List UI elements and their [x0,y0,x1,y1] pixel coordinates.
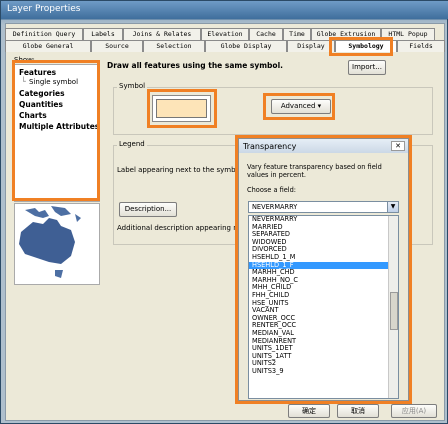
close-icon[interactable]: ✕ [391,141,405,151]
show-item-charts[interactable]: Charts [19,111,47,120]
cancel-button[interactable]: 取消 [337,404,379,418]
tab-row-2: Globe General Source Selection Globe Dis… [5,40,445,52]
tab-definition-query[interactable]: Definition Query [5,28,83,40]
symbology-heading: Draw all features using the same symbol. [107,61,283,70]
scrollbar-thumb[interactable] [390,292,398,330]
field-list-items: NEVERMARRY MARRIED SEPARATED WIDOWED DIVORCE… [249,216,398,375]
import-button[interactable]: Import... [348,60,386,75]
tab-cache[interactable]: Cache [249,28,283,40]
symbol-swatch-button[interactable] [152,95,211,122]
symbol-fill-swatch [156,99,207,118]
tab-labels[interactable]: Labels [83,28,123,40]
tab-symbology[interactable]: Symbology [335,40,397,52]
layer-properties-window: Layer Properties Definition Query Labels… [0,0,448,424]
field-list-item[interactable]: UNITS3_9 [249,367,398,376]
show-item-single-symbol[interactable]: Single symbol [29,78,78,86]
choose-field-label: Choose a field: [247,186,297,194]
ok-button[interactable]: 确定 [288,404,330,418]
advanced-button[interactable]: Advanced ▾ [271,99,331,114]
show-list: Features └ Single symbol Categories Quan… [14,64,100,202]
show-item-categories[interactable]: Categories [19,89,65,98]
transparency-title: Transparency [243,142,297,151]
show-item-features[interactable]: Features [19,68,56,77]
field-select[interactable]: NEVERMARRY ▼ [248,201,399,213]
field-select-value: NEVERMARRY [252,203,298,211]
additional-description-text: Additional description appearing nex [117,224,246,232]
tab-globe-extrusion[interactable]: Globe Extrusion [311,28,381,40]
show-item-multiple-attributes[interactable]: Multiple Attributes [19,122,99,131]
tab-display[interactable]: Display [287,40,335,52]
field-list-scrollbar[interactable] [388,216,398,398]
window-title: Layer Properties [7,4,81,14]
tab-time[interactable]: Time [283,28,311,40]
apply-button[interactable]: 应用(A) [391,404,437,418]
preview-map [14,203,100,285]
dropdown-arrow-icon[interactable]: ▼ [387,202,398,212]
advanced-label: Advanced [280,102,316,110]
title-bar[interactable]: Layer Properties [1,1,448,19]
tree-connector: └ [21,77,26,86]
show-label: Show: [14,56,35,64]
tab-selection[interactable]: Selection [143,40,205,52]
transparency-description: Vary feature transparency based on field… [247,163,382,179]
legend-group-label: Legend [117,140,147,148]
tab-globe-display[interactable]: Globe Display [205,40,287,52]
tab-row-1: Definition Query Labels Joins & Relates … [5,28,435,40]
tab-html-popup[interactable]: HTML Popup [381,28,435,40]
chevron-down-icon: ▾ [317,102,322,110]
tab-fields[interactable]: Fields [397,40,445,52]
tab-source[interactable]: Source [91,40,143,52]
transparency-title-bar[interactable]: Transparency ✕ [239,139,408,153]
tab-elevation[interactable]: Elevation [201,28,249,40]
show-item-quantities[interactable]: Quantities [19,100,63,109]
description-button[interactable]: Description... [119,202,177,217]
australia-map-icon [19,206,81,278]
symbol-group-label: Symbol [117,82,148,90]
field-list[interactable]: NEVERMARRY MARRIED SEPARATED WIDOWED DIVORCE… [248,215,399,399]
tab-globe-general[interactable]: Globe General [5,40,91,52]
tab-joins-relates[interactable]: Joins & Relates [123,28,201,40]
legend-label-text: Label appearing next to the symbol i [117,166,246,174]
